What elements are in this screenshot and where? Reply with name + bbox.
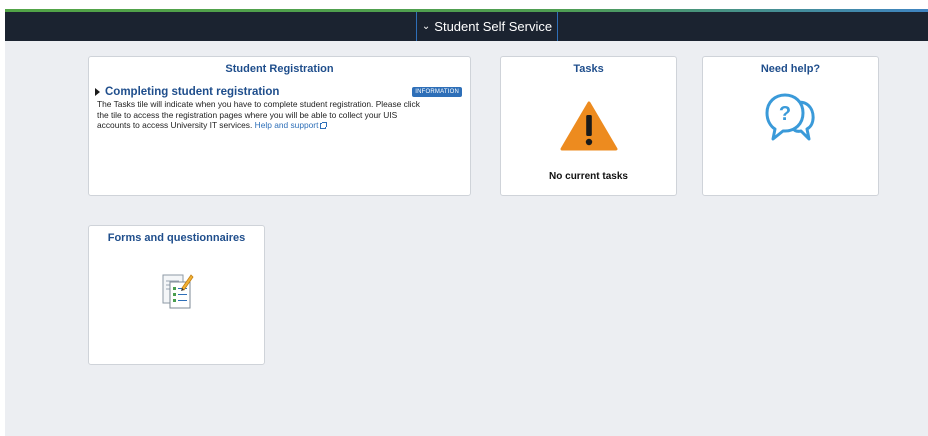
registration-heading: Completing student registration [105,86,280,98]
registration-text: The Tasks tile will indicate when you ha… [97,99,420,130]
registration-header: Completing student registration INFORMAT… [95,86,462,98]
registration-info: Completing student registration INFORMAT… [95,86,462,131]
tile-title: Need help? [760,63,821,75]
homepage-selector[interactable]: ⌄ Student Self Service [416,12,558,41]
homepage-title: Student Self Service [434,19,553,34]
top-navbar: ⌄ Student Self Service [5,12,928,41]
tasks-tile[interactable]: Tasks No current tasks [500,56,677,196]
no-tasks-text: No current tasks [549,171,628,182]
student-registration-tile[interactable]: Student Registration Completing student … [88,56,471,196]
warning-icon [560,101,618,151]
tile-title: Forms and questionnaires [107,232,246,244]
external-link-icon [320,122,328,129]
homepage-content: Student Registration Completing student … [5,41,928,436]
forms-questionnaires-tile[interactable]: Forms and questionnaires [88,225,265,365]
tile-title: Tasks [573,63,604,75]
svg-text:?: ? [779,103,791,125]
expand-arrow-icon[interactable] [95,88,100,96]
chevron-down-icon: ⌄ [421,20,431,32]
tile-title: Student Registration [225,63,334,75]
form-checklist-icon [162,274,194,309]
need-help-tile[interactable]: Need help? ? [702,56,879,196]
help-and-support-link[interactable]: Help and support [255,120,328,130]
chat-question-icon: ? [765,93,815,141]
information-badge: INFORMATION [412,87,462,97]
